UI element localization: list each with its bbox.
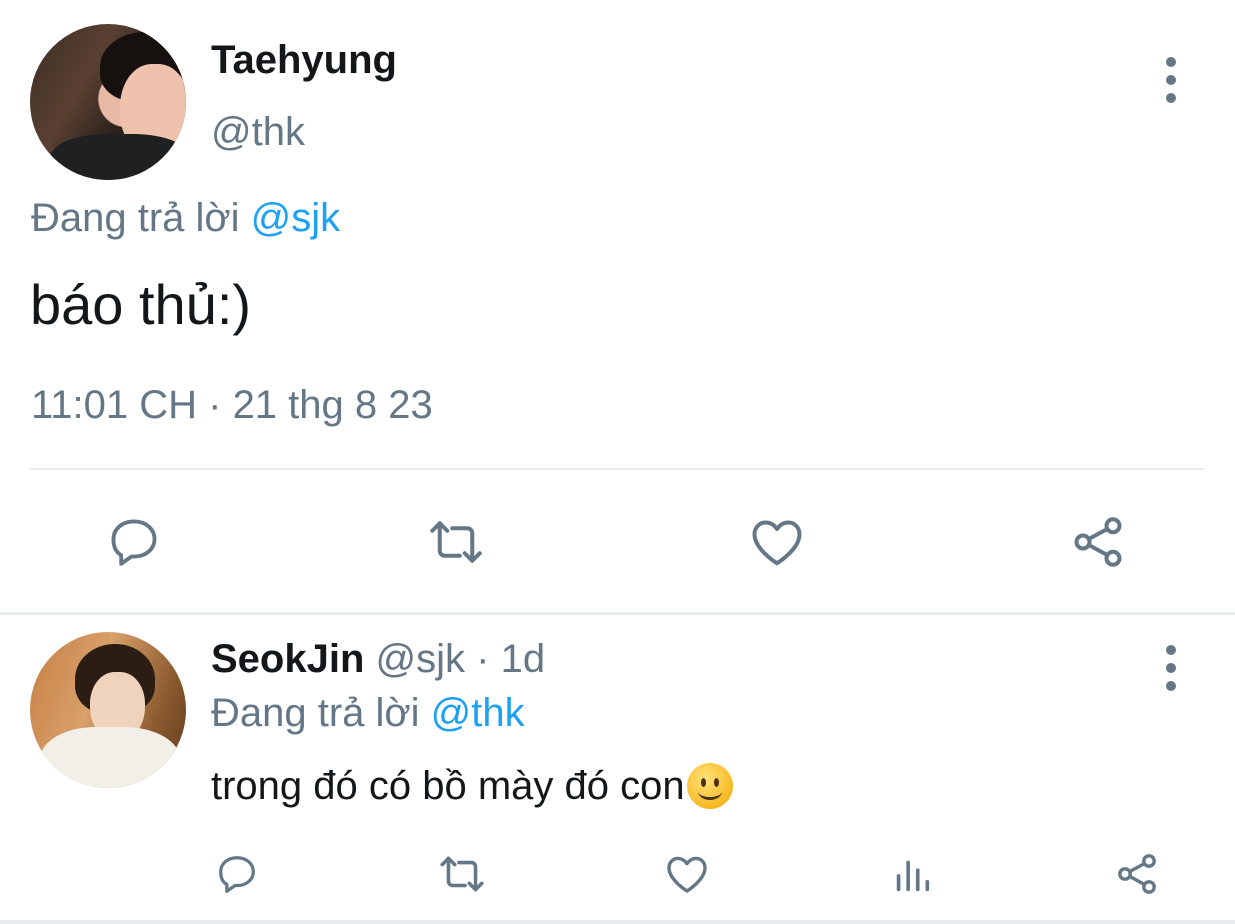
more-dot-icon	[1166, 57, 1176, 67]
reply-icon	[111, 519, 157, 566]
share-icon	[1118, 854, 1156, 894]
share-icon	[1074, 517, 1122, 567]
avatar[interactable]	[30, 632, 186, 788]
timestamp[interactable]: 11:01 CH · 21 thg 8 23	[31, 383, 433, 428]
separator: ·	[476, 637, 490, 681]
emoji-mouth	[697, 783, 722, 800]
author-name[interactable]: Taehyung	[211, 38, 397, 83]
tweet-text-row: trong đó có bồ mày đó con	[211, 763, 733, 809]
reply-tweet: SeokJin @sjk · 1d Đang trả lời @thk tron…	[0, 615, 1235, 924]
tweet-age[interactable]: 1d	[501, 637, 546, 681]
mention-link[interactable]: @thk	[431, 691, 525, 735]
smiling-face-icon	[686, 763, 733, 809]
more-dot-icon	[1166, 93, 1176, 103]
like-button[interactable]	[747, 512, 807, 572]
more-dot-icon	[1166, 681, 1176, 691]
avatar-shirt	[50, 134, 186, 180]
author-name[interactable]: SeokJin	[211, 637, 364, 681]
retweet-icon	[430, 521, 482, 563]
retweet-button[interactable]	[437, 849, 487, 899]
replying-label: Đang trả lời	[211, 691, 420, 735]
analytics-icon	[896, 860, 930, 892]
bottom-divider	[0, 920, 1235, 924]
replying-to: Đang trả lời @thk	[211, 691, 525, 736]
share-button[interactable]	[1112, 849, 1162, 899]
avatar-shirt	[40, 727, 180, 788]
more-dot-icon	[1166, 75, 1176, 85]
more-dot-icon	[1166, 663, 1176, 673]
author-handle[interactable]: @thk	[211, 110, 305, 155]
more-dot-icon	[1166, 645, 1176, 655]
author-handle[interactable]: @sjk	[376, 637, 466, 681]
retweet-button[interactable]	[426, 512, 486, 572]
divider	[30, 468, 1204, 470]
tweet-text: trong đó có bồ mày đó con	[211, 763, 685, 808]
share-button[interactable]	[1068, 512, 1128, 572]
like-button[interactable]	[662, 849, 712, 899]
reply-button[interactable]	[104, 512, 164, 572]
reply-header: SeokJin @sjk · 1d	[211, 637, 545, 682]
reply-icon	[219, 856, 255, 893]
like-icon	[752, 520, 802, 566]
analytics-button[interactable]	[887, 849, 937, 899]
tweet-text: báo thủ:)	[30, 273, 252, 336]
replying-label: Đang trả lời	[31, 196, 240, 240]
avatar[interactable]	[30, 24, 186, 180]
main-tweet: Taehyung @thk Đang trả lời @sjk báo thủ:…	[0, 0, 1235, 614]
replying-to: Đang trả lời @sjk	[31, 196, 340, 241]
like-icon	[667, 856, 707, 893]
more-options-button[interactable]	[1164, 57, 1178, 103]
retweet-icon	[440, 856, 484, 892]
mention-link[interactable]: @sjk	[251, 196, 341, 240]
more-options-button[interactable]	[1164, 645, 1178, 691]
reply-button[interactable]	[212, 849, 262, 899]
